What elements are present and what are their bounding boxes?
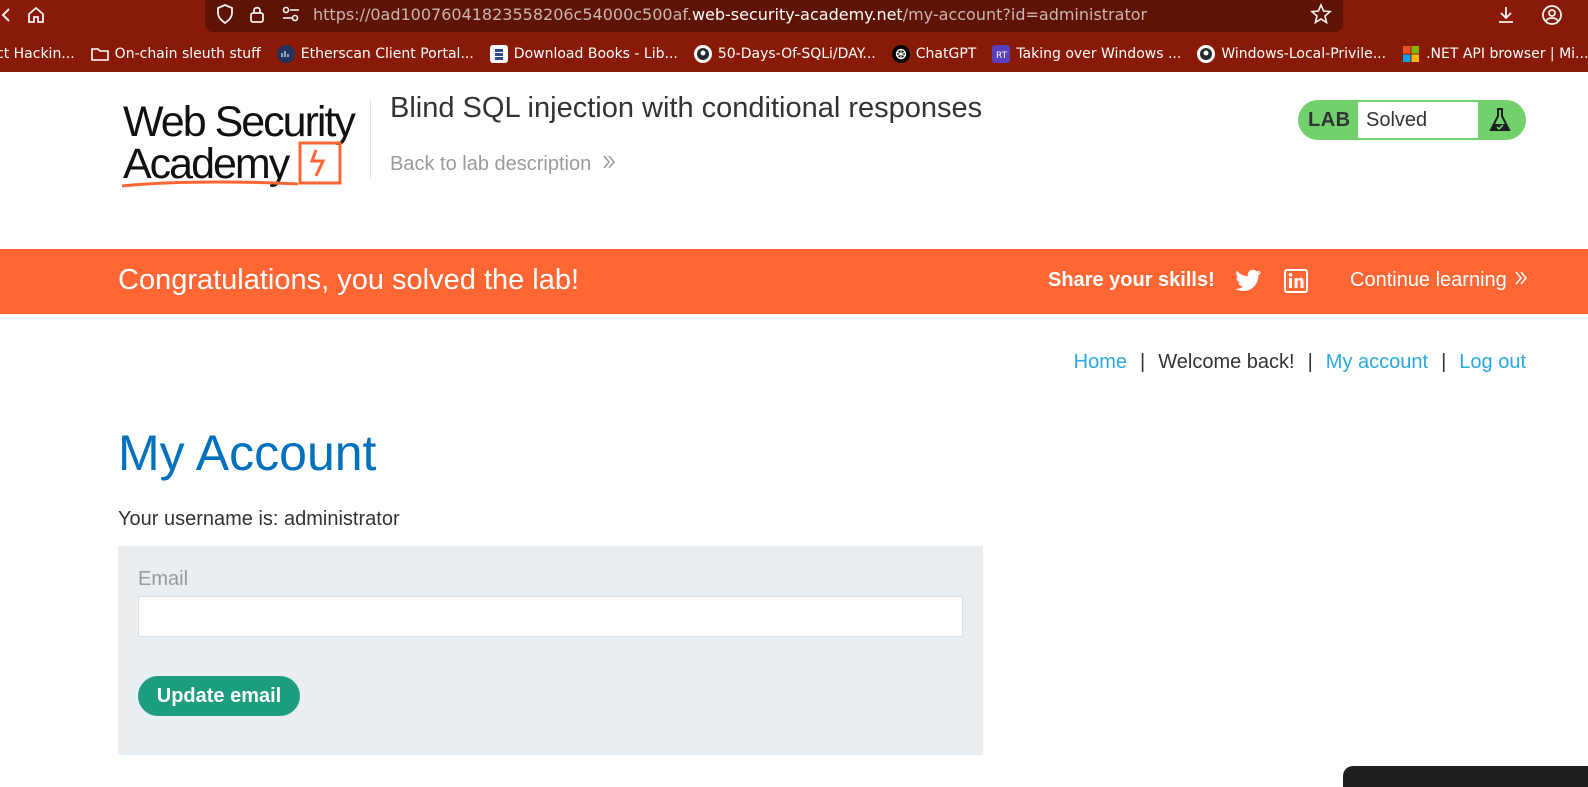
lab-status-text: Solved <box>1366 109 1428 131</box>
continue-learning-link[interactable]: Continue learning <box>1350 269 1529 292</box>
folder-icon <box>90 45 109 63</box>
header-divider <box>370 100 371 178</box>
rt-icon: RT <box>992 45 1011 63</box>
account-nav: Home | Welcome back! | My account | Log … <box>1074 351 1526 374</box>
share-label: Share your skills! <box>1048 269 1215 291</box>
shield-icon[interactable] <box>213 2 237 26</box>
page-title: My Account <box>118 425 377 481</box>
account-icon[interactable] <box>1540 3 1564 27</box>
flask-icon <box>1488 107 1512 133</box>
nav-home-link[interactable]: Home <box>1074 351 1127 374</box>
username-text: Your username is: administrator <box>118 508 400 530</box>
bookmarks-bar: ct Hackin... On-chain sleuth stuff Ether… <box>0 36 1588 72</box>
svg-text:RT: RT <box>996 51 1008 61</box>
double-chevron-right-icon <box>601 154 617 175</box>
back-icon[interactable] <box>0 3 18 27</box>
lab-title: Blind SQL injection with conditional res… <box>390 92 983 124</box>
linkedin-icon[interactable] <box>1284 269 1308 293</box>
bookmark-star-icon[interactable] <box>1309 2 1333 26</box>
lock-icon[interactable] <box>245 2 269 26</box>
nav-separator: | <box>1140 351 1146 373</box>
github-icon <box>1197 45 1216 63</box>
bookmark-item[interactable]: Download Books - Lib... <box>482 36 686 72</box>
github-icon <box>693 45 712 63</box>
lab-header: Web Security Academy Blind SQL injection… <box>0 72 1588 249</box>
bookmark-item[interactable]: RT Taking over Windows ... <box>984 36 1189 72</box>
solved-message: Congratulations, you solved the lab! <box>118 264 580 296</box>
nav-logout-link[interactable]: Log out <box>1459 351 1526 374</box>
lab-solved-banner: Congratulations, you solved the lab! Sha… <box>0 249 1588 314</box>
bookmark-item[interactable]: 50-Days-Of-SQLi/DAY... <box>686 36 884 72</box>
library-icon <box>489 45 508 63</box>
url-bar[interactable]: https://0ad10076041823558206c54000c500af… <box>205 0 1343 32</box>
nav-my-account-link[interactable]: My account <box>1326 351 1428 374</box>
back-to-lab-description-link[interactable]: Back to lab description <box>390 153 617 176</box>
change-email-form: Email Update email <box>118 546 983 755</box>
permissions-icon[interactable] <box>279 2 303 26</box>
chatgpt-icon <box>891 45 910 63</box>
download-icon[interactable] <box>1494 3 1518 27</box>
lab-status-badge: LAB Solved <box>1298 100 1526 140</box>
microsoft-icon <box>1402 45 1420 63</box>
bookmark-item[interactable]: .NET API browser | Mi... <box>1394 36 1588 72</box>
twitter-icon[interactable] <box>1235 269 1262 293</box>
update-email-button[interactable]: Update email <box>138 676 300 716</box>
email-input[interactable] <box>138 596 963 637</box>
nav-separator: | <box>1307 351 1313 373</box>
bookmark-item[interactable]: Windows-Local-Privile... <box>1189 36 1394 72</box>
welcome-text: Welcome back! <box>1158 351 1295 373</box>
bookmark-item[interactable]: On-chain sleuth stuff <box>83 36 269 72</box>
bookmark-item[interactable]: ChatGPT <box>884 36 985 72</box>
bookmark-item[interactable]: Etherscan Client Portal... <box>269 36 482 72</box>
etherscan-icon <box>276 45 295 63</box>
double-chevron-right-icon <box>1513 270 1529 291</box>
lab-status-box: Solved <box>1358 102 1478 138</box>
nav-separator: | <box>1441 351 1447 373</box>
browser-toolbar: https://0ad10076041823558206c54000c500af… <box>0 0 1588 36</box>
bookmark-item[interactable]: ct Hackin... <box>0 36 83 72</box>
overlay-corner <box>1343 766 1588 787</box>
logo-line1: Web Security <box>123 98 356 146</box>
lab-label: LAB <box>1308 109 1351 131</box>
email-label: Email <box>138 568 189 590</box>
url-text[interactable]: https://0ad10076041823558206c54000c500af… <box>313 5 1147 24</box>
web-security-academy-logo[interactable]: Web Security Academy <box>120 98 370 188</box>
home-icon[interactable] <box>24 3 48 27</box>
